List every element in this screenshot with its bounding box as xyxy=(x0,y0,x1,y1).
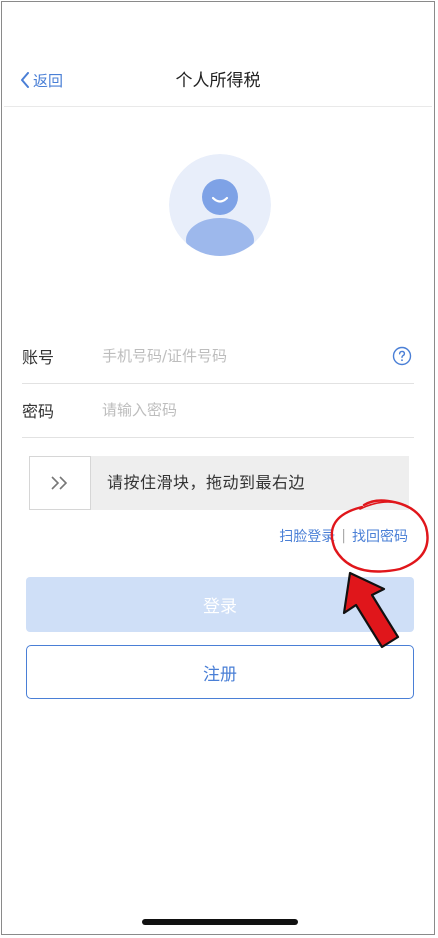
help-icon[interactable] xyxy=(392,346,412,366)
annotation-overlay xyxy=(330,499,429,649)
password-row: 密码 xyxy=(22,383,414,438)
user-avatar-icon xyxy=(169,154,271,256)
avatar xyxy=(169,154,271,256)
header-divider xyxy=(4,106,432,107)
password-input[interactable] xyxy=(102,401,414,419)
page-title: 个人所得税 xyxy=(175,71,261,91)
account-label: 账号 xyxy=(22,348,55,367)
recover-password-link[interactable]: 找回密码 xyxy=(352,526,408,546)
login-button[interactable]: 登录 xyxy=(26,577,414,632)
phone-screen: 返回 个人所得税 账号 密码 请按住滑块，拖 xyxy=(1,1,435,935)
link-separator: | xyxy=(341,528,346,544)
slider-instruction: 请按住滑块，拖动到最右边 xyxy=(107,473,306,492)
home-indicator xyxy=(142,919,298,925)
slider-captcha: 请按住滑块，拖动到最右边 xyxy=(29,456,409,510)
password-label: 密码 xyxy=(22,402,55,421)
face-login-link[interactable]: 扫脸登录 xyxy=(279,526,335,546)
login-options: 扫脸登录 | 找回密码 xyxy=(279,526,408,546)
double-chevron-right-icon xyxy=(51,476,68,490)
slider-handle[interactable] xyxy=(29,456,91,510)
register-button[interactable]: 注册 xyxy=(26,645,414,699)
account-input[interactable] xyxy=(102,347,392,365)
account-row: 账号 xyxy=(22,329,414,384)
